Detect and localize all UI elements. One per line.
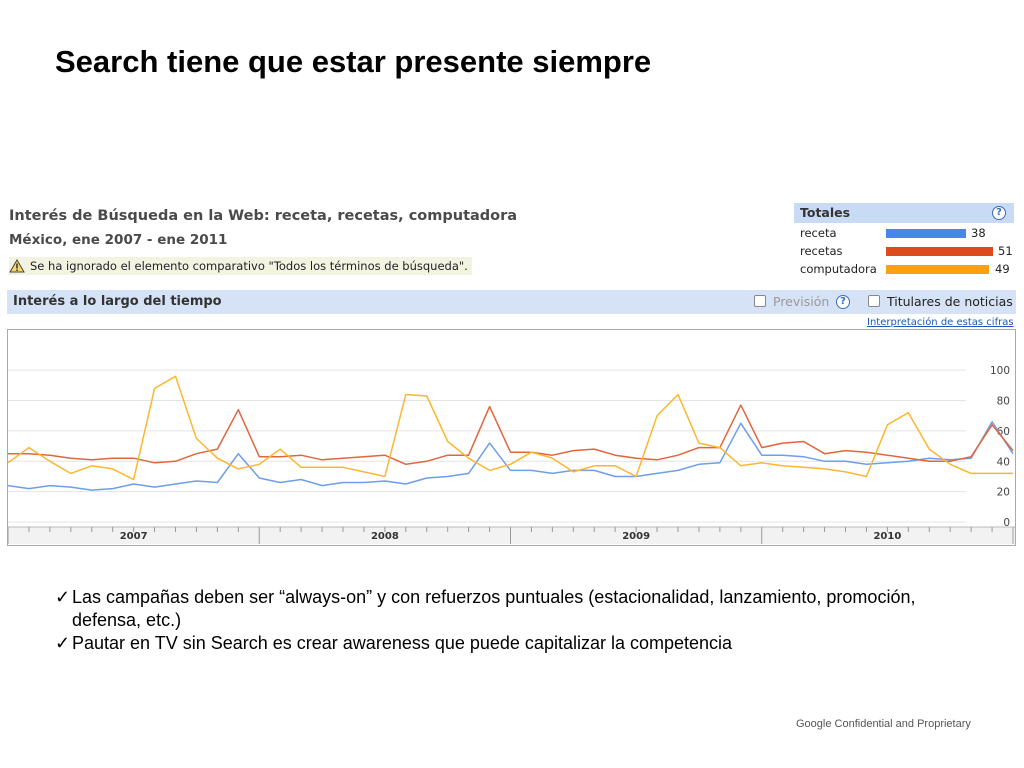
warning-icon (9, 259, 25, 273)
x-axis-band (8, 527, 1015, 544)
y-tick-label: 80 (997, 396, 1010, 408)
totals-row-computadora: computadora 49 (800, 262, 1020, 278)
totals-bar (886, 265, 989, 274)
trends-title: Interés de Búsqueda en la Web: receta, r… (9, 208, 518, 224)
totals-label: recetas (800, 244, 843, 258)
help-icon[interactable]: ? (992, 206, 1006, 220)
news-headlines-checkbox[interactable] (868, 295, 880, 307)
totals-row-recetas: recetas 51 (800, 244, 1020, 260)
x-tick-label: 2007 (120, 531, 148, 542)
totals-row-receta: receta 38 (800, 226, 1020, 242)
section-title: Interés a lo largo del tiempo (13, 294, 222, 309)
totals-bar (886, 247, 993, 256)
bullet-item: ✓ Pautar en TV sin Search es crear aware… (55, 632, 975, 655)
bullet-text: Las campañas deben ser “always-on” y con… (72, 587, 916, 630)
checkmark-icon: ✓ (55, 587, 71, 607)
trends-screenshot: Interés de Búsqueda en la Web: receta, r… (7, 196, 1016, 552)
footer-confidential: Google Confidential and Proprietary (796, 718, 971, 730)
news-headlines-label[interactable]: Titulares de noticias (887, 294, 1013, 309)
totals-label: computadora (800, 262, 877, 276)
forecast-help-icon[interactable]: ? (836, 295, 850, 309)
chart-frame: 0 20 40 60 80 100 2007 2008 2009 2010 (7, 329, 1016, 546)
checkmark-icon: ✓ (55, 633, 71, 653)
x-tick-label: 2008 (371, 531, 399, 542)
x-tick-label: 2009 (622, 531, 650, 542)
totals-bar (886, 229, 966, 238)
slide-title: Search tiene que estar presente siempre (55, 44, 652, 79)
y-tick-label: 100 (990, 365, 1010, 377)
interpretation-link[interactable]: Interpretación de estas cifras (867, 317, 1014, 328)
series-line-recetas (8, 404, 1014, 466)
warning-notice: Se ha ignorado el elemento comparativo "… (9, 257, 472, 275)
forecast-checkbox[interactable] (754, 295, 766, 307)
x-tick-label: 2010 (873, 531, 901, 542)
totals-value: 49 (995, 262, 1010, 276)
bullet-item: ✓ Las campañas deben ser “always-on” y c… (55, 586, 975, 632)
bullet-list: ✓ Las campañas deben ser “always-on” y c… (55, 586, 975, 655)
y-tick-label: 40 (997, 456, 1010, 468)
trends-subtitle: México, ene 2007 - ene 2011 (9, 232, 228, 248)
section-header: Interés a lo largo del tiempo Previsión … (7, 290, 1016, 314)
warning-text: Se ha ignorado el elemento comparativo "… (30, 259, 468, 273)
totals-value: 51 (998, 244, 1013, 258)
forecast-label[interactable]: Previsión (773, 294, 829, 309)
totals-label: receta (800, 226, 837, 240)
series-line-receta (7, 421, 1014, 491)
totals-title: Totales (800, 205, 851, 220)
bullet-text: Pautar en TV sin Search es crear awarene… (72, 633, 733, 653)
line-chart: 0204060801002007 2008 2009 2010 (7, 365, 1015, 544)
y-tick-label: 20 (997, 487, 1010, 499)
totals-value: 38 (971, 226, 986, 240)
totals-header: Totales ? (794, 203, 1014, 223)
